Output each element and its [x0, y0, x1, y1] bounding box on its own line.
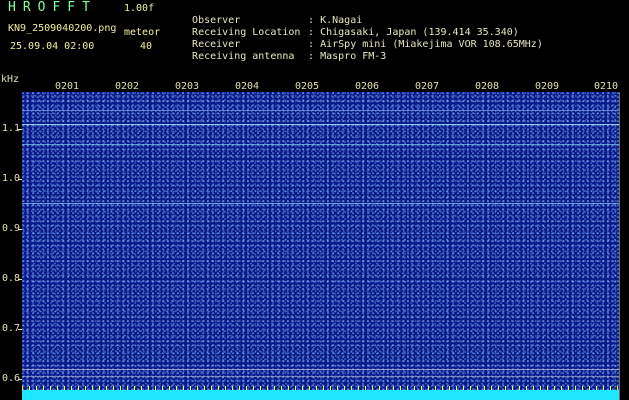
plot-right-border — [619, 92, 620, 400]
x-tick-label: 0202 — [115, 81, 140, 92]
signal-line — [22, 124, 619, 125]
meteor-count: 40 — [140, 41, 153, 52]
x-tick-label: 0204 — [235, 81, 260, 92]
meteor-label: meteor — [124, 27, 161, 38]
x-tick-label: 0207 — [415, 81, 440, 92]
capture-datetime: 25.09.04 02:00 — [10, 41, 95, 52]
signal-line — [22, 203, 619, 204]
y-axis-unit: kHz — [1, 74, 20, 85]
version-label: 1.00f — [124, 3, 155, 14]
info-row-antenna: Receiving antenna : Maspro FM-3 — [180, 39, 386, 63]
x-tick-label: 0209 — [535, 81, 560, 92]
signal-line — [22, 110, 619, 111]
file-name: KN9_2509040200.png — [8, 23, 117, 34]
x-tick-label: 0205 — [295, 81, 320, 92]
bottom-scale-strip — [22, 390, 619, 400]
signal-line — [22, 144, 619, 145]
x-tick-label: 0201 — [55, 81, 80, 92]
x-tick-label: 0203 — [175, 81, 200, 92]
spectrogram-plot — [22, 92, 619, 390]
x-tick-label: 0210 — [594, 81, 619, 92]
app-title: HROFFT — [8, 0, 97, 15]
reference-line — [22, 376, 619, 377]
info-value: : Maspro FM-3 — [308, 51, 387, 62]
x-tick-label: 0206 — [355, 81, 380, 92]
info-key: Receiving antenna — [192, 51, 295, 62]
reference-line — [22, 369, 619, 370]
x-tick-label: 0208 — [475, 81, 500, 92]
